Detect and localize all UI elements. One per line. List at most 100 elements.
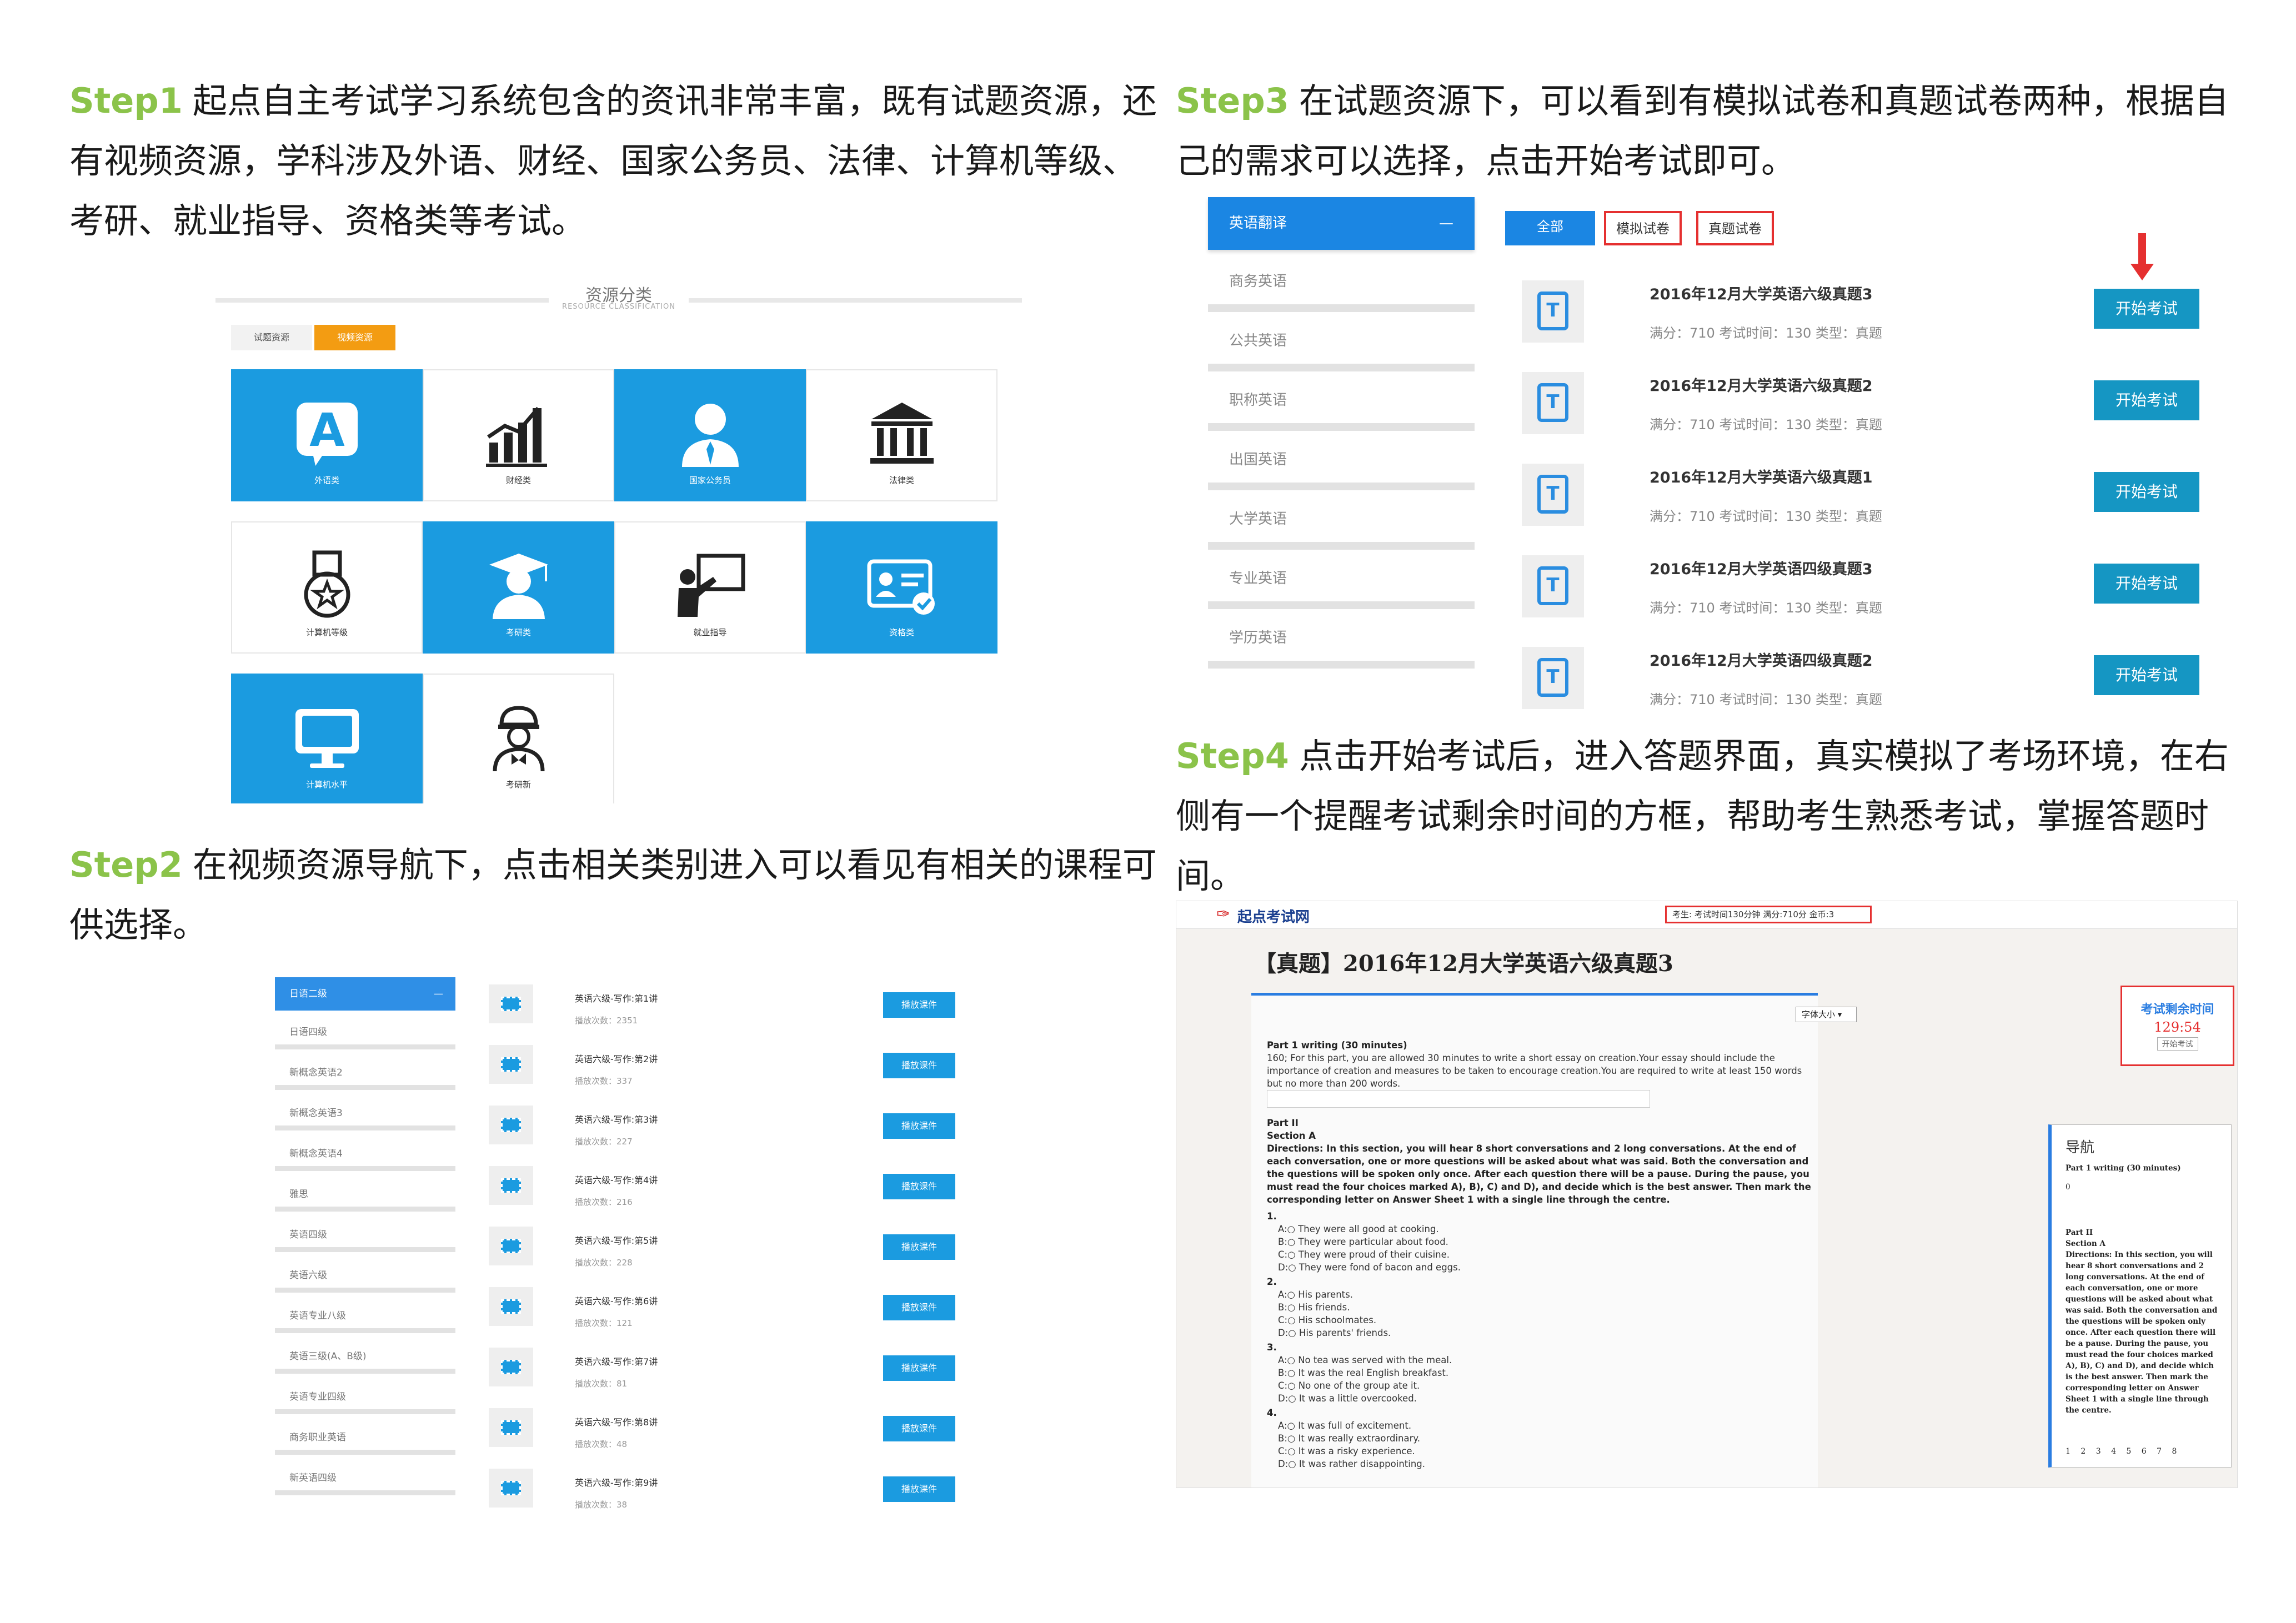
answer-option[interactable]: A:○ No tea was served with the meal.: [1278, 1354, 1828, 1366]
start-exam-button[interactable]: 开始考试: [2094, 472, 2199, 512]
tile-foreign-language[interactable]: A 外语类: [231, 369, 423, 501]
tab-all[interactable]: 全部: [1505, 211, 1595, 245]
answer-option[interactable]: A:○ They were all good at cooking.: [1278, 1223, 1828, 1235]
play-button[interactable]: 播放课件: [883, 1053, 955, 1078]
font-size-select[interactable]: 字体大小 ▾: [1796, 1007, 1857, 1022]
essay-input[interactable]: [1267, 1090, 1650, 1108]
tile-postgraduate-new[interactable]: 考研新: [423, 674, 614, 803]
sidebar-item[interactable]: 英语专业八级: [275, 1300, 455, 1333]
timer-start-button[interactable]: 开始考试: [2157, 1037, 2198, 1051]
tab-real-exam[interactable]: 真题试卷: [1696, 211, 1774, 245]
play-button[interactable]: 播放课件: [883, 1355, 955, 1381]
course-title[interactable]: 英语六级-写作:第6讲: [575, 1294, 658, 1307]
answer-option[interactable]: C:○ They were proud of their cuisine.: [1278, 1248, 1828, 1261]
sidebar-item[interactable]: 雅思: [275, 1178, 455, 1212]
exam-title[interactable]: 2016年12月大学英语六级真题1: [1650, 465, 1873, 487]
answer-option[interactable]: B:○ His friends.: [1278, 1301, 1828, 1314]
tile-career-guidance[interactable]: 就业指导: [614, 521, 806, 654]
sidebar-item[interactable]: 英语四级: [275, 1219, 455, 1252]
play-button[interactable]: 播放课件: [883, 1174, 955, 1199]
collapse-icon[interactable]: —: [434, 977, 443, 1011]
tab-exam-resource[interactable]: 试题资源: [231, 325, 312, 350]
svg-text:A: A: [309, 404, 345, 457]
tile-finance[interactable]: 财经类: [423, 369, 614, 501]
course-title[interactable]: 英语六级-写作:第9讲: [575, 1475, 658, 1489]
answer-option[interactable]: C:○ His schoolmates.: [1278, 1314, 1828, 1326]
answer-option[interactable]: B:○ It was really extraordinary.: [1278, 1432, 1828, 1445]
worker-helmet-icon: [424, 702, 613, 788]
sidebar-item[interactable]: 大学英语: [1208, 497, 1475, 550]
sidebar-item[interactable]: 新概念英语3: [275, 1097, 455, 1130]
tile-computer-skill[interactable]: 计算机水平: [231, 674, 423, 803]
sidebar-item[interactable]: 新概念英语4: [275, 1138, 455, 1171]
letter-a-icon: A: [232, 398, 422, 484]
sidebar-item[interactable]: 出国英语: [1208, 438, 1475, 490]
sidebar-item[interactable]: 职称英语: [1208, 378, 1475, 431]
navigator-section: Section A: [2066, 1239, 2105, 1248]
answer-option[interactable]: A:○ It was full of excitement.: [1278, 1419, 1828, 1432]
answer-option[interactable]: D:○ They were fond of bacon and eggs.: [1278, 1261, 1828, 1274]
course-title[interactable]: 英语六级-写作:第7讲: [575, 1354, 658, 1368]
answer-option[interactable]: C:○ No one of the group ate it.: [1278, 1379, 1828, 1392]
start-exam-button[interactable]: 开始考试: [2094, 655, 2199, 695]
video-icon: [489, 1287, 533, 1326]
sidebar-item[interactable]: 英语三级(A、B级): [275, 1340, 455, 1374]
course-title[interactable]: 英语六级-写作:第1讲: [575, 991, 658, 1004]
navigator-zero: 0: [2066, 1183, 2071, 1192]
course-title[interactable]: 英语六级-写作:第4讲: [575, 1173, 658, 1186]
collapse-icon[interactable]: —: [1439, 197, 1453, 250]
tile-postgraduate[interactable]: 考研类: [423, 521, 614, 654]
document-icon: T: [1522, 280, 1584, 343]
start-exam-button[interactable]: 开始考试: [2094, 564, 2199, 604]
answer-option[interactable]: D:○ It was rather disappointing.: [1278, 1458, 1828, 1470]
sidebar-item[interactable]: 日语四级: [275, 1016, 455, 1049]
start-exam-button[interactable]: 开始考试: [2094, 289, 2199, 329]
answer-option[interactable]: B:○ They were particular about food.: [1278, 1235, 1828, 1248]
sidebar-item[interactable]: 英语专业四级: [275, 1381, 455, 1414]
sidebar-item[interactable]: 专业英语: [1208, 556, 1475, 609]
play-button[interactable]: 播放课件: [883, 1476, 955, 1502]
play-button[interactable]: 播放课件: [883, 1113, 955, 1139]
navigator-part2[interactable]: Part II: [2066, 1227, 2218, 1238]
play-button[interactable]: 播放课件: [883, 992, 955, 1018]
course-title[interactable]: 英语六级-写作:第2讲: [575, 1052, 658, 1065]
answer-option[interactable]: D:○ His parents' friends.: [1278, 1326, 1828, 1339]
tab-mock-exam[interactable]: 模拟试卷: [1604, 211, 1682, 245]
exam-title[interactable]: 2016年12月大学英语四级真题3: [1650, 557, 1873, 579]
site-logo[interactable]: 起点考试网: [1237, 906, 1310, 926]
answer-option[interactable]: D:○ It was a little overcooked.: [1278, 1392, 1828, 1405]
exam-title[interactable]: 2016年12月大学英语四级真题2: [1650, 649, 1873, 670]
tile-civil-servant[interactable]: 国家公务员: [614, 369, 806, 501]
sidebar-item[interactable]: 公共英语: [1208, 319, 1475, 371]
tile-computer-level[interactable]: 计算机等级: [231, 521, 423, 654]
play-button[interactable]: 播放课件: [883, 1295, 955, 1320]
start-exam-button[interactable]: 开始考试: [2094, 380, 2199, 420]
sidebar-item[interactable]: 商务职业英语: [275, 1421, 455, 1455]
sidebar-item[interactable]: 新英语四级: [275, 1462, 455, 1495]
exam-title[interactable]: 2016年12月大学英语六级真题2: [1650, 374, 1873, 395]
course-title[interactable]: 英语六级-写作:第3讲: [575, 1112, 658, 1125]
play-button[interactable]: 播放课件: [883, 1234, 955, 1260]
exam-title[interactable]: 2016年12月大学英语六级真题3: [1650, 282, 1873, 304]
sidebar-item[interactable]: 学历英语: [1208, 616, 1475, 669]
answer-option[interactable]: C:○ It was a risky experience.: [1278, 1445, 1828, 1458]
course-title[interactable]: 英语六级-写作:第5讲: [575, 1233, 658, 1247]
course-play-count: 播放次数：2351: [575, 1016, 638, 1026]
tile-law[interactable]: 法律类: [806, 369, 997, 501]
play-button[interactable]: 播放课件: [883, 1416, 955, 1441]
sidebar-item[interactable]: 新概念英语2: [275, 1057, 455, 1090]
answer-option[interactable]: A:○ His parents.: [1278, 1288, 1828, 1301]
tile-label: 国家公务员: [689, 475, 731, 485]
exam-meta: 满分：710 考试时间：130 类型：真题: [1650, 509, 1882, 524]
answer-option[interactable]: B:○ It was the real English breakfast.: [1278, 1366, 1828, 1379]
sidebar-item[interactable]: 英语六级: [275, 1259, 455, 1293]
question-number-list[interactable]: 1 2 3 4 5 6 7 8: [2066, 1447, 2177, 1456]
tab-video-resource[interactable]: 视频资源: [314, 325, 395, 350]
tile-label: 法律类: [889, 475, 914, 485]
sidebar-item[interactable]: 商务英语: [1208, 259, 1475, 312]
navigator-part1[interactable]: Part 1 writing (30 minutes): [2066, 1163, 2218, 1174]
course-title[interactable]: 英语六级-写作:第8讲: [575, 1415, 658, 1428]
sidebar-item-active[interactable]: 英语翻译 —: [1208, 197, 1475, 250]
tile-qualification[interactable]: 资格类: [806, 521, 997, 654]
sidebar-item-active[interactable]: 日语二级 —: [275, 977, 455, 1011]
